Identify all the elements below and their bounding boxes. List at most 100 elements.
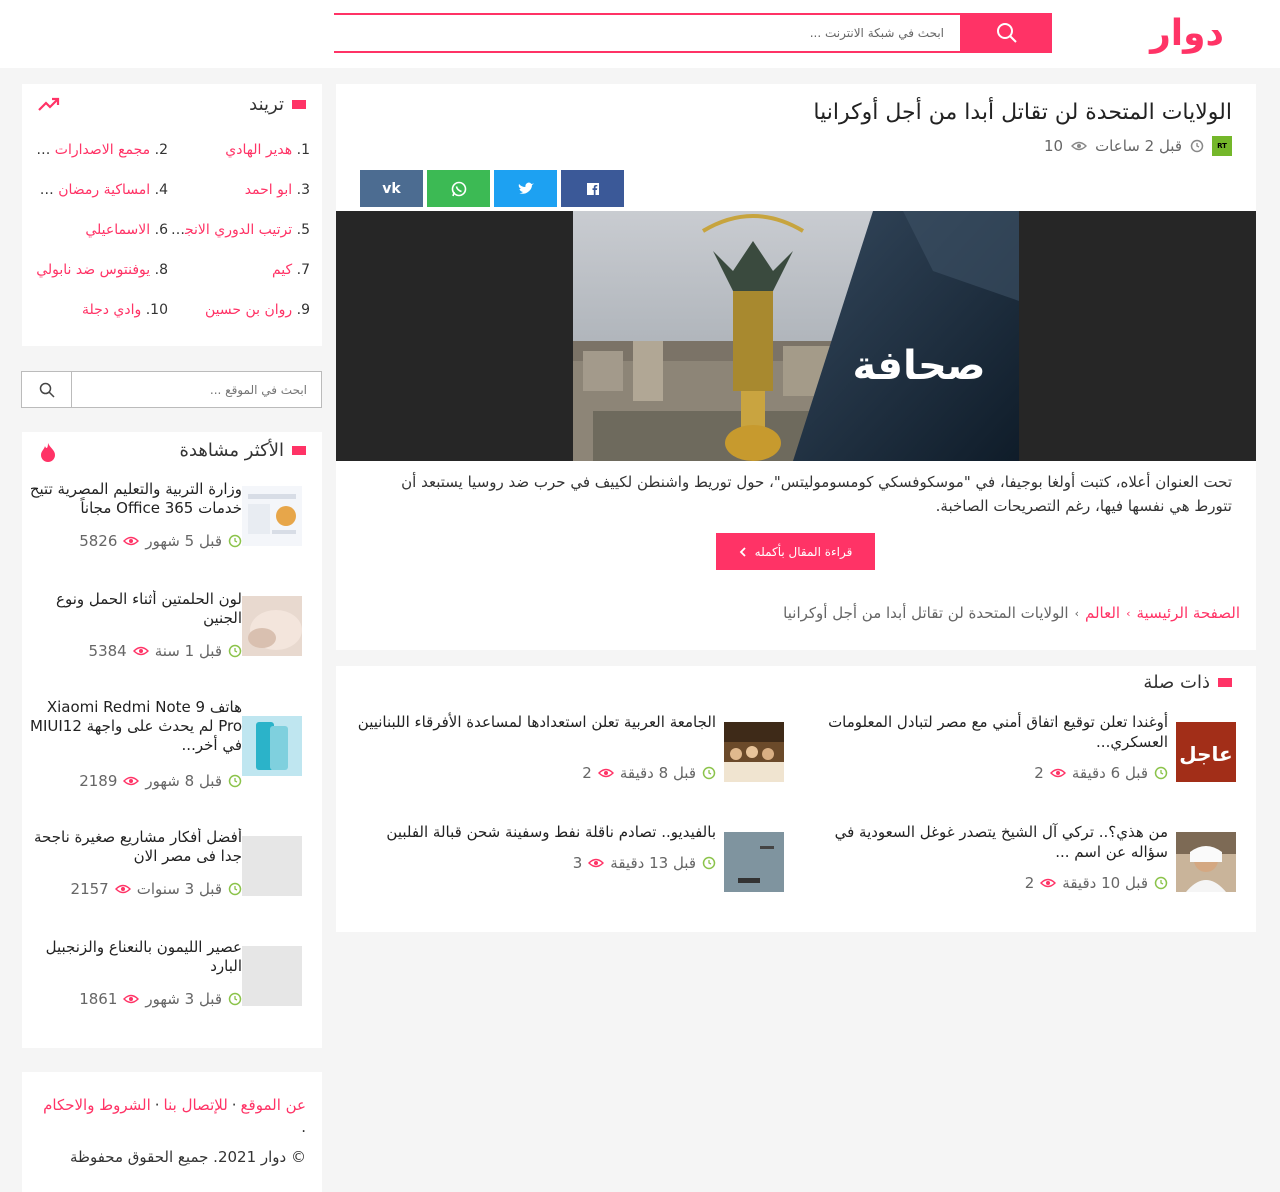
hero-caption: صحافة: [853, 343, 986, 389]
related-item[interactable]: بالفيديو.. تصادم ناقلة نفط وسفينة شحن قب…: [356, 822, 784, 918]
clock-icon: [228, 992, 242, 1006]
clock-icon: [228, 534, 242, 548]
article-thumbnail[interactable]: [724, 722, 784, 782]
article-excerpt: تحت العنوان أعلاه، كتبت أولغا بوجيفا، في…: [401, 473, 1232, 515]
related-item-title: الجامعة العربية تعلن استعدادها لمساعدة ا…: [357, 713, 716, 731]
trending-item[interactable]: 6. الاسماعيلي: [34, 220, 168, 240]
trending-item[interactable]: 2. مجمع الاصدارات الخاصة: [34, 140, 168, 160]
trending-item[interactable]: 7. كيم: [168, 260, 310, 280]
breadcrumb-separator-icon: ›: [1126, 606, 1131, 620]
trending-item[interactable]: 8. يوفنتوس ضد نابولي: [34, 260, 168, 280]
footer-link-about[interactable]: عن الموقع: [241, 1096, 306, 1114]
article-thumbnail[interactable]: [242, 716, 302, 776]
breadcrumb-section[interactable]: العالم: [1085, 604, 1120, 622]
most-viewed-item[interactable]: لون الحلمتين أثناء الحمل ونوع الجنين قبل…: [34, 590, 302, 680]
article-image[interactable]: صحافة: [573, 211, 1019, 461]
copyright-text: © دوار 2021. جميع الحقوق محفوظة: [69, 1148, 306, 1166]
share-twitter-button[interactable]: [494, 170, 557, 207]
chevron-left-icon: [739, 546, 746, 557]
related-item[interactable]: الجامعة العربية تعلن استعدادها لمساعدة ا…: [356, 712, 784, 808]
site-search-bar: [21, 371, 322, 408]
most-viewed-item-title: هاتف Xiaomi Redmi Note 9 Pro لم يحدث على…: [30, 698, 242, 754]
item-meta: قبل 8 دقيقة 2: [582, 764, 716, 782]
item-meta: قبل 6 دقيقة 2: [1034, 764, 1168, 782]
eye-icon: [1040, 878, 1057, 888]
related-item-title: بالفيديو.. تصادم ناقلة نفط وسفينة شحن قب…: [386, 823, 716, 841]
facebook-icon: [586, 182, 599, 195]
article-card: الولايات المتحدة لن تقاتل أبدا من أجل أو…: [336, 84, 1256, 650]
trending-box: تريند 1. هدير الهادي 2. مجمع الاصدارات ا…: [22, 84, 322, 346]
article-thumbnail[interactable]: [242, 946, 302, 1006]
trending-item[interactable]: 3. ابو احمد: [168, 180, 310, 200]
clock-icon: [702, 856, 716, 870]
most-viewed-item[interactable]: عصير الليمون بالنعناع والزنجبيل البارد ق…: [34, 938, 302, 1028]
site-search-input[interactable]: [72, 372, 321, 407]
related-item[interactable]: من هذي؟.. تركي آل الشيخ يتصدر غوغل السعو…: [808, 822, 1236, 918]
eye-icon: [1049, 768, 1066, 778]
search-icon: [39, 382, 55, 398]
article-thumbnail[interactable]: [724, 832, 784, 892]
trending-item[interactable]: 5. ترتيب الدوري الانجليزي: [168, 220, 310, 240]
trending-item[interactable]: 4. امساكية رمضان 2022: [34, 180, 168, 200]
most-viewed-item-title: لون الحلمتين أثناء الحمل ونوع الجنين: [56, 590, 242, 627]
breadcrumb-separator-icon: ›: [1074, 606, 1079, 620]
trending-up-icon: [38, 97, 60, 111]
article-title: الولايات المتحدة لن تقاتل أبدا من أجل أو…: [813, 100, 1232, 125]
article-hero: صحافة: [336, 211, 1256, 461]
article-thumbnail[interactable]: عاجل: [1176, 722, 1236, 782]
eye-icon: [132, 646, 149, 656]
item-meta: قبل 3 سنوات 2157: [71, 880, 242, 898]
footer-link-terms[interactable]: الشروط والاحكام: [43, 1096, 151, 1114]
clock-icon: [1154, 766, 1168, 780]
footer-links: عن الموقع·للإتصال بنا·الشروط والاحكام.: [43, 1096, 306, 1136]
related-item[interactable]: عاجل أوغندا تعلن توقيع اتفاق أمني مع مصر…: [808, 712, 1236, 808]
most-viewed-item[interactable]: أفضل أفكار مشاريع صغيرة ناجحة جدا فى مصر…: [34, 828, 302, 918]
breadcrumb: الصفحة الرئيسية › العالم › الولايات المت…: [783, 604, 1240, 622]
web-search-bar: [334, 13, 1052, 53]
article-thumbnail[interactable]: [242, 596, 302, 656]
clock-icon: [702, 766, 716, 780]
share-whatsapp-button[interactable]: [427, 170, 490, 207]
footer-link-contact[interactable]: للإتصال بنا: [164, 1096, 228, 1114]
twitter-icon: [518, 182, 534, 194]
most-viewed-item-title: أفضل أفكار مشاريع صغيرة ناجحة جدا فى مصر…: [34, 828, 242, 865]
share-buttons: vk: [360, 170, 624, 207]
whatsapp-icon: [451, 181, 466, 196]
section-flag-icon: [292, 100, 306, 109]
section-flag-icon: [292, 446, 306, 455]
breaking-label: عاجل: [1179, 742, 1232, 766]
clock-icon: [228, 774, 242, 788]
related-title: ذات صلة: [1143, 672, 1232, 693]
most-viewed-item-title: عصير الليمون بالنعناع والزنجبيل البارد: [45, 938, 242, 975]
share-facebook-button[interactable]: [561, 170, 624, 207]
clock-icon: [228, 644, 242, 658]
item-meta: قبل 3 شهور 1861: [79, 990, 242, 1008]
web-search-button[interactable]: [962, 13, 1052, 53]
eye-icon: [597, 768, 614, 778]
most-viewed-item[interactable]: هاتف Xiaomi Redmi Note 9 Pro لم يحدث على…: [30, 698, 302, 790]
read-more-button[interactable]: قراءة المقال بأكمله: [716, 533, 875, 570]
clock-icon: [228, 882, 242, 896]
article-thumbnail[interactable]: [242, 836, 302, 896]
most-viewed-item-title: وزارة التربية والتعليم المصرية تتيح خدما…: [29, 480, 242, 517]
section-flag-icon: [1218, 678, 1232, 687]
trending-item[interactable]: 9. روان بن حسين: [168, 300, 310, 320]
article-meta: RT قبل 2 ساعات 10: [1044, 136, 1232, 156]
site-logo[interactable]: دوار: [1150, 14, 1225, 54]
trending-item[interactable]: 10. وادي دجلة: [34, 300, 168, 320]
clock-icon: [1190, 139, 1204, 153]
item-meta: قبل 5 شهور 5826: [79, 532, 242, 550]
most-viewed-item[interactable]: وزارة التربية والتعليم المصرية تتيح خدما…: [30, 480, 302, 570]
share-vk-button[interactable]: vk: [360, 170, 423, 207]
trending-item[interactable]: 1. هدير الهادي: [168, 140, 310, 160]
related-item-title: أوغندا تعلن توقيع اتفاق أمني مع مصر لتبا…: [828, 713, 1168, 751]
article-thumbnail[interactable]: [242, 486, 302, 546]
source-logo[interactable]: RT: [1212, 136, 1232, 156]
web-search-input[interactable]: [334, 13, 962, 53]
article-thumbnail[interactable]: [1176, 832, 1236, 892]
eye-icon: [123, 536, 140, 546]
breadcrumb-current: الولايات المتحدة لن تقاتل أبدا من أجل أو…: [783, 604, 1069, 622]
site-search-button[interactable]: [22, 372, 72, 407]
breadcrumb-home[interactable]: الصفحة الرئيسية: [1137, 604, 1241, 622]
item-meta: قبل 8 شهور 2189: [79, 772, 242, 790]
